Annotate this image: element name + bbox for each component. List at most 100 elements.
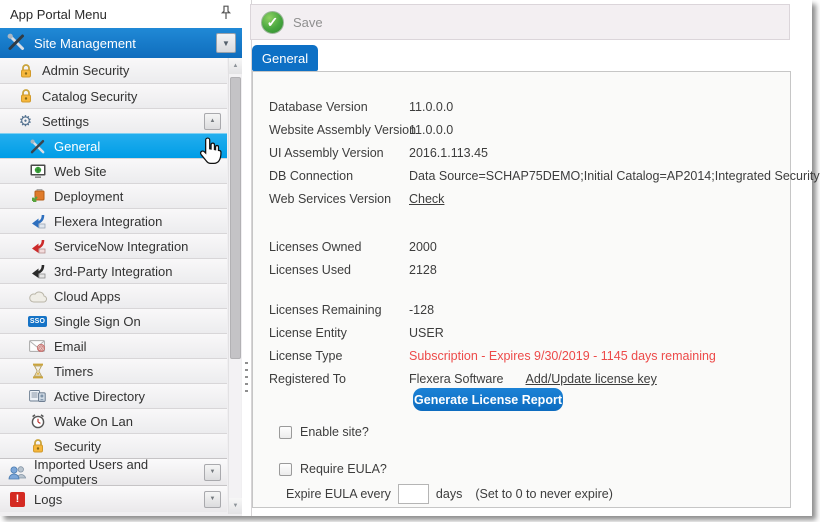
field-value: 2128	[409, 259, 437, 282]
sidebar-header: App Portal Menu	[0, 0, 242, 28]
field-value: -128	[409, 299, 434, 322]
general-settings-panel: Database Version11.0.0.0Website Assembly…	[252, 71, 791, 508]
field-row-license-entity: License EntityUSER	[269, 322, 786, 345]
integration-red-icon	[28, 237, 47, 255]
field-row-ui-assembly-version: UI Assembly Version2016.1.113.45	[269, 142, 786, 165]
splitter[interactable]	[242, 0, 252, 516]
chevron-down-icon[interactable]: ▼	[204, 491, 221, 508]
deployment-icon	[28, 187, 47, 205]
require-eula-label: Require EULA?	[300, 462, 387, 476]
svg-text:@: @	[38, 346, 44, 352]
sidebar-item-timers[interactable]: Timers	[0, 358, 227, 383]
sidebar-item-label: Security	[54, 439, 101, 454]
sidebar-item-settings[interactable]: ⚙Settings▲	[0, 108, 227, 133]
alarm-clock-icon	[28, 412, 47, 430]
field-row-db-connection: DB ConnectionData Source=SCHAP75DEMO;Ini…	[269, 165, 786, 188]
field-row-web-services-version: Web Services VersionCheck	[269, 188, 786, 211]
sidebar-group-site-management[interactable]: Site Management ▼	[0, 28, 242, 58]
sidebar-item-label: ServiceNow Integration	[54, 239, 188, 254]
eula-days-input[interactable]	[398, 484, 429, 504]
sidebar-item-label: General	[54, 139, 100, 154]
sidebar-item-flexera-integration[interactable]: Flexera Integration	[0, 208, 227, 233]
lock-gold-icon	[28, 437, 47, 455]
field-label: Licenses Owned	[269, 236, 409, 259]
field-row-license-type: License TypeSubscription - Expires 9/30/…	[269, 345, 786, 368]
sidebar-item-wake-on-lan[interactable]: Wake On Lan	[0, 408, 227, 433]
sidebar-item-active-directory[interactable]: Active Directory	[0, 383, 227, 408]
sidebar-item-web-site[interactable]: Web Site	[0, 158, 227, 183]
field-label: Website Assembly Version	[269, 119, 409, 142]
sidebar-item-cloud-apps[interactable]: Cloud Apps	[0, 283, 227, 308]
eula-expiry-note: (Set to 0 to never expire)	[475, 487, 613, 501]
sidebar-item-servicenow-integration[interactable]: ServiceNow Integration	[0, 233, 227, 258]
sidebar-item-logs[interactable]: !Logs▼	[0, 485, 227, 512]
generate-license-report-button[interactable]: Generate License Report	[413, 388, 563, 411]
field-value: Data Source=SCHAP75DEMO;Initial Catalog=…	[409, 165, 820, 188]
require-eula-checkbox[interactable]	[279, 463, 292, 476]
sidebar-item-label: Wake On Lan	[54, 414, 133, 429]
sidebar: App Portal Menu Site Management ▼ Admin …	[0, 0, 242, 516]
sidebar-item-label: Flexera Integration	[54, 214, 162, 229]
sidebar-item-label: Catalog Security	[42, 89, 137, 104]
scroll-up-button[interactable]: ▲	[229, 58, 242, 74]
version-info-block: Database Version11.0.0.0Website Assembly…	[269, 96, 786, 211]
field-value: 2000	[409, 236, 437, 259]
sidebar-item-label: 3rd-Party Integration	[54, 264, 173, 279]
scroll-thumb[interactable]	[230, 77, 241, 359]
enable-site-label: Enable site?	[300, 425, 369, 439]
integration-blue-icon	[28, 212, 47, 230]
sso-icon: SSO	[28, 312, 47, 330]
field-label: Registered To	[269, 368, 409, 391]
sidebar-item-general[interactable]: General	[0, 133, 227, 158]
sidebar-title: App Portal Menu	[10, 7, 220, 22]
sidebar-item-label: Settings	[42, 114, 89, 129]
save-button-label: Save	[293, 15, 323, 30]
require-eula-checkbox-row: Require EULA?	[279, 462, 387, 476]
eula-expiry-suffix: days	[436, 487, 462, 501]
sidebar-item-label: Single Sign On	[54, 314, 141, 329]
sidebar-item-security[interactable]: Security	[0, 433, 227, 458]
field-row-licenses-owned: Licenses Owned2000	[269, 236, 786, 259]
scroll-down-button[interactable]: ▼	[229, 498, 242, 514]
field-label: UI Assembly Version	[269, 142, 409, 165]
save-check-icon: ✓	[261, 11, 284, 34]
license-usage-block: Licenses Owned2000Licenses Used2128	[269, 236, 786, 282]
save-button[interactable]: ✓ Save	[261, 11, 323, 34]
sidebar-item-email[interactable]: @ Email	[0, 333, 227, 358]
tools-icon	[28, 137, 47, 155]
chevron-down-icon[interactable]: ▼	[216, 33, 236, 53]
sidebar-item-catalog-security[interactable]: Catalog Security	[0, 83, 227, 108]
collapse-up-icon[interactable]: ▲	[204, 113, 221, 130]
enable-site-checkbox-row: Enable site?	[279, 425, 369, 439]
sidebar-item-admin-security[interactable]: Admin Security	[0, 58, 227, 83]
lock-gold-icon	[16, 62, 35, 80]
field-row-licenses-used: Licenses Used2128	[269, 259, 786, 282]
sidebar-item-imported-users-and-computers[interactable]: Imported Users and Computers▼	[0, 458, 227, 485]
field-value: 11.0.0.0	[409, 119, 453, 142]
sidebar-item-label: Email	[54, 339, 87, 354]
sidebar-item-label: Timers	[54, 364, 93, 379]
check-link[interactable]: Check	[409, 188, 444, 211]
sidebar-item-single-sign-on[interactable]: SSO Single Sign On	[0, 308, 227, 333]
sidebar-item-3rd-party-integration[interactable]: 3rd-Party Integration	[0, 258, 227, 283]
sidebar-group-label: Site Management	[34, 36, 136, 51]
pin-icon[interactable]	[220, 5, 232, 23]
field-label: License Entity	[269, 322, 409, 345]
chevron-down-icon[interactable]: ▼	[204, 464, 221, 481]
sidebar-item-label: Cloud Apps	[54, 289, 121, 304]
sidebar-scrollbar[interactable]: ▲ ▼	[228, 58, 241, 514]
eula-expiry-row: Expire EULA every days (Set to 0 to neve…	[286, 484, 613, 504]
tab-general[interactable]: General	[252, 45, 318, 71]
field-value: USER	[409, 322, 444, 345]
license-details-block: Licenses Remaining-128License EntityUSER…	[269, 299, 786, 391]
sidebar-item-deployment[interactable]: Deployment	[0, 183, 227, 208]
toolbar: ✓ Save	[250, 4, 790, 40]
email-icon: @	[28, 337, 47, 355]
eula-expiry-prefix: Expire EULA every	[286, 487, 391, 501]
website-icon	[28, 162, 47, 180]
users-icon	[8, 463, 27, 481]
field-value: 2016.1.113.45	[409, 142, 488, 165]
enable-site-checkbox[interactable]	[279, 426, 292, 439]
sidebar-item-label: Active Directory	[54, 389, 145, 404]
app-window: App Portal Menu Site Management ▼ Admin …	[0, 0, 812, 516]
